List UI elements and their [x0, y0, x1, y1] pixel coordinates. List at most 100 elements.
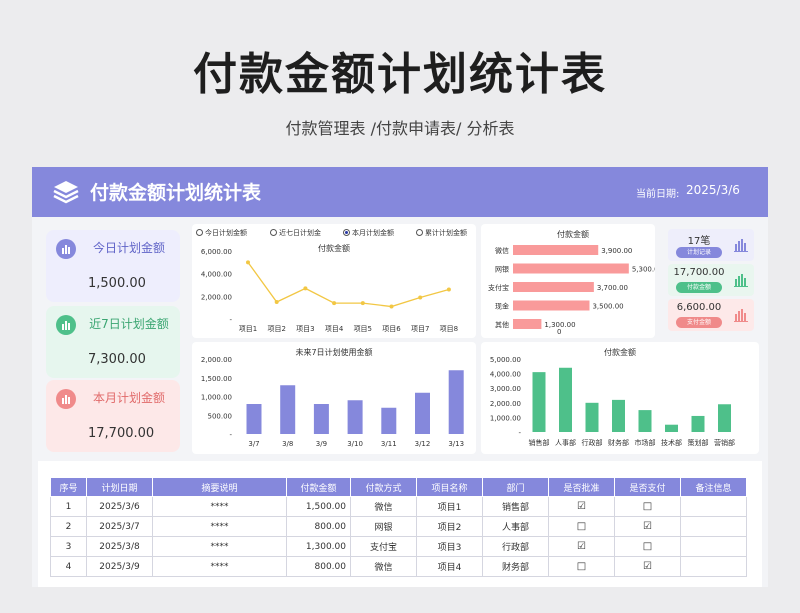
data-point	[418, 295, 423, 300]
period-radio[interactable]: 本月计划金额	[343, 228, 394, 238]
y-tick-label: 2,000.00	[201, 356, 232, 364]
empty-box-icon[interactable]: □	[577, 521, 586, 532]
stat-value: 17笔	[687, 236, 711, 247]
bar	[513, 282, 594, 292]
bar	[280, 385, 296, 434]
x-tick-label: 营销部	[714, 438, 735, 447]
x-tick-label: 项目1	[239, 325, 257, 333]
y-tick-label: -	[229, 431, 232, 439]
table-cell: 微信	[350, 496, 417, 517]
table-cell: 项目2	[416, 516, 483, 537]
table-cell: 4	[50, 556, 87, 577]
radio-dot-icon[interactable]	[416, 229, 423, 236]
bar	[246, 404, 262, 434]
period-radio[interactable]: 近七日计划金	[270, 228, 321, 238]
x-tick-label: 3/7	[248, 440, 259, 448]
y-tick-label: -	[518, 429, 521, 437]
empty-box-icon[interactable]: □	[577, 561, 586, 572]
card-header: 付款金额计划统计表 当前日期: 2025/3/6	[32, 167, 768, 217]
column-header: 序号	[50, 477, 87, 497]
chart-title: 付款金额	[604, 347, 636, 357]
radio-label: 今日计划金额	[205, 229, 247, 237]
radio-dot-icon[interactable]	[270, 229, 277, 236]
approved-checkbox-cell[interactable]: □	[548, 516, 615, 537]
empty-box-icon[interactable]: □	[643, 501, 652, 512]
y-tick-label: 网银	[495, 265, 509, 274]
kpi-label: 近7日计划金额	[89, 317, 169, 331]
y-tick-label: 2,000.00	[201, 293, 232, 301]
y-tick-label: 6,000.00	[201, 248, 232, 256]
column-header: 计划日期	[86, 477, 153, 497]
bar-chart-icon	[734, 274, 748, 287]
dept-chart: 付款金额 5,000.00 4,000.00 3,000.00 2,000.00 1,00…	[490, 347, 735, 447]
week-chart: 未来7日计划使用金额 2,000.00 1,500.00 1,000.00 500.00…	[201, 347, 464, 448]
x-tick-label: 行政部	[582, 438, 603, 447]
paid-checkbox-cell[interactable]: ☑	[614, 516, 681, 537]
stat-card: 17笔 计划记录	[668, 229, 754, 261]
paid-checkbox-cell[interactable]: □	[614, 536, 681, 557]
column-header: 付款方式	[350, 477, 417, 497]
table-cell: 网银	[350, 516, 417, 537]
bar	[313, 404, 329, 434]
column-header: 是否批准	[548, 477, 615, 497]
y-tick-label: 1,500.00	[201, 375, 232, 383]
table-cell: 1	[50, 496, 87, 517]
approved-checkbox-cell[interactable]: ☑	[548, 536, 615, 557]
paid-checkbox-cell[interactable]: ☑	[614, 556, 681, 577]
hbar-chart: 付款金额微信 3,900.00 网银 5,300.00 支付宝 3,700.00 现金 3,5…	[488, 229, 655, 336]
table-row: 4 2025/3/9 **** 800.00 微信 项目4 财务部 □ ☑	[50, 556, 747, 577]
table-cell: 微信	[350, 556, 417, 577]
radio-label: 累计计划金额	[425, 229, 467, 237]
table-cell: 人事部	[482, 516, 549, 537]
bar	[513, 245, 599, 255]
bar-chart-icon	[734, 309, 748, 322]
x-tick-label: 策划部	[688, 438, 709, 447]
radio-dot-icon[interactable]	[343, 229, 350, 236]
checked-box-icon[interactable]: ☑	[643, 521, 652, 532]
x-tick-label: 财务部	[608, 438, 629, 447]
bar	[638, 410, 652, 432]
column-header: 部门	[482, 477, 549, 497]
table-cell: ****	[152, 496, 287, 517]
bar	[415, 392, 430, 434]
y-tick-label: 500.00	[208, 412, 233, 420]
bar	[513, 319, 542, 329]
radio-label: 本月计划金额	[352, 229, 394, 237]
approved-checkbox-cell[interactable]: ☑	[548, 496, 615, 517]
checked-box-icon[interactable]: ☑	[643, 561, 652, 572]
table-cell: 2025/3/8	[86, 536, 153, 557]
checked-box-icon[interactable]: ☑	[577, 501, 586, 512]
header-title: 付款金额计划统计表	[90, 182, 262, 204]
chart-title: 付款金额	[557, 229, 589, 239]
data-point	[246, 260, 250, 265]
period-radio[interactable]: 今日计划金额	[196, 228, 247, 238]
bar	[513, 300, 590, 311]
stat-card: 6,600.00 支付金额	[668, 299, 754, 331]
approved-checkbox-cell[interactable]: □	[548, 556, 615, 577]
checked-box-icon[interactable]: ☑	[577, 541, 586, 552]
column-header: 备注信息	[680, 477, 747, 497]
kpi-card: 本月计划金额 17,700.00	[46, 380, 180, 452]
y-tick-label: 3,000.00	[490, 385, 521, 393]
x-tick-label: 项目8	[440, 325, 458, 333]
period-radio[interactable]: 累计计划金额	[416, 228, 467, 238]
table-cell: 项目1	[416, 496, 483, 517]
table-cell: 项目3	[416, 536, 483, 557]
y-tick-label: 现金	[495, 302, 509, 311]
bar	[381, 407, 397, 434]
radio-label: 近七日计划金	[279, 229, 321, 237]
empty-box-icon[interactable]: □	[643, 541, 652, 552]
data-point	[332, 301, 337, 306]
page-title: 付款金额计划统计表	[193, 49, 607, 100]
x-tick-label: 3/12	[415, 440, 431, 448]
x-tick-label: 人事部	[555, 438, 576, 447]
kpi-value: 1,500.00	[88, 276, 146, 291]
paid-checkbox-cell[interactable]: □	[614, 496, 681, 517]
data-label: 0	[557, 328, 561, 336]
table-cell: 3	[50, 536, 87, 557]
bar	[559, 367, 572, 432]
x-tick-label: 3/11	[381, 440, 397, 448]
table-row: 1 2025/3/6 **** 1,500.00 微信 项目1 销售部 ☑ □	[50, 496, 747, 517]
radio-dot-icon[interactable]	[196, 229, 203, 236]
y-tick-label: 微信	[495, 246, 509, 255]
